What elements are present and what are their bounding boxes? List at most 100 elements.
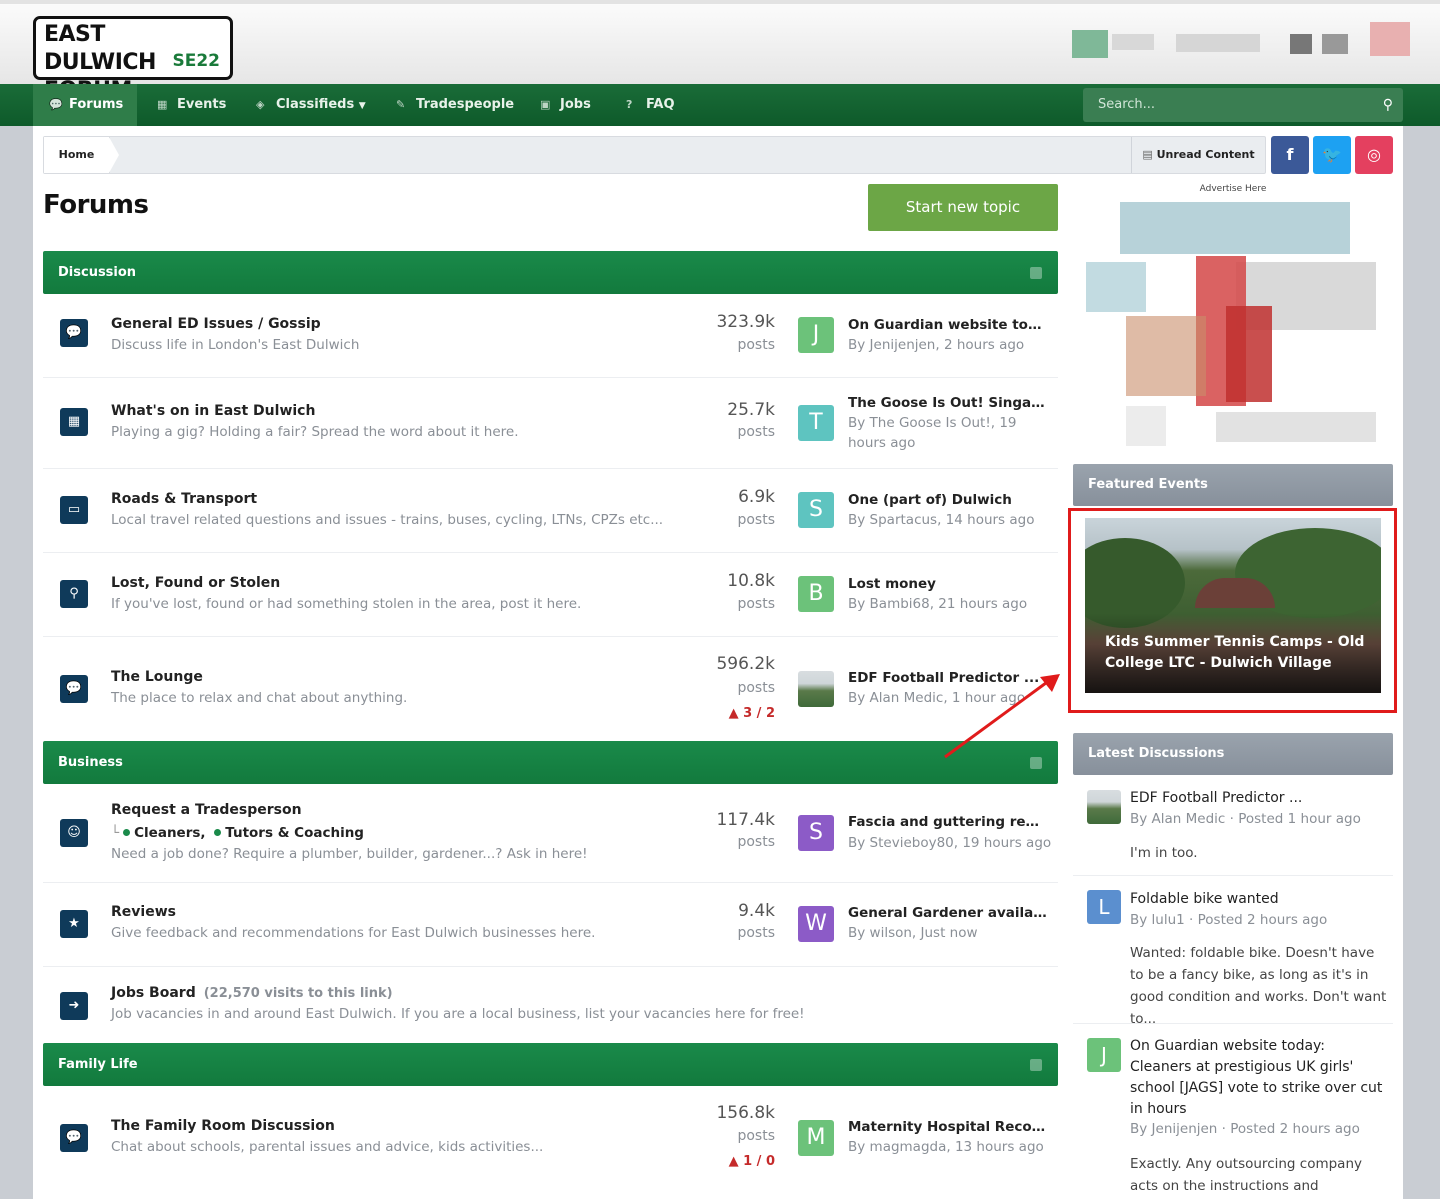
forum-title[interactable]: Jobs Board (22,570 visits to this link) <box>111 985 393 1001</box>
avatar[interactable]: J <box>1087 1038 1121 1072</box>
question-icon: ? <box>626 98 633 111</box>
calendar-icon: ▦ <box>60 408 88 436</box>
discussion-item[interactable]: J On Guardian website today: Cleaners at… <box>1073 1024 1393 1199</box>
avatar[interactable] <box>1087 790 1121 824</box>
site-logo[interactable]: EAST DULWICH FORUM SE22 <box>33 16 233 103</box>
warning-icon: ▲ <box>728 1154 739 1169</box>
category-business[interactable]: Business <box>43 741 1058 784</box>
avatar[interactable]: J <box>798 317 834 353</box>
post-count-label: posts <box>737 834 775 850</box>
forum-title-text[interactable]: Jobs Board <box>111 985 196 1001</box>
forum-row[interactable]: ➜ Jobs Board (22,570 visits to this link)… <box>43 967 1058 1043</box>
forum-title[interactable]: General ED Issues / Gossip <box>111 316 321 332</box>
category-title: Business <box>58 755 123 770</box>
unread-dot <box>123 829 131 836</box>
forum-row[interactable]: ▭ Roads & Transport Local travel related… <box>43 469 1058 553</box>
forum-title[interactable]: The Family Room Discussion <box>111 1118 335 1134</box>
event-title[interactable]: Kids Summer Tennis Camps - Old College L… <box>1105 632 1365 674</box>
discussion-item[interactable]: L Foldable bike wanted By lulu1 · Posted… <box>1073 876 1393 1027</box>
forum-title[interactable]: What's on in East Dulwich <box>111 403 315 419</box>
instagram-icon[interactable]: ◎ <box>1355 136 1393 174</box>
twitter-icon[interactable]: 🐦 <box>1313 136 1351 174</box>
search-icon[interactable]: ⚲ <box>1383 88 1393 122</box>
nav-label: Forums <box>69 97 124 112</box>
category-title: Family Life <box>58 1057 138 1072</box>
subforum-link[interactable]: Cleaners, <box>134 825 205 841</box>
report-count[interactable]: ▲ 3 / 2 <box>729 706 775 721</box>
last-post-title[interactable]: The Goose Is Out! Singaro... <box>848 395 1048 411</box>
nav-jobs[interactable]: ▣ Jobs <box>524 84 605 126</box>
forum-title[interactable]: Request a Tradesperson <box>111 802 302 818</box>
last-post-title[interactable]: On Guardian website toda... <box>848 317 1048 333</box>
facebook-icon[interactable]: f <box>1271 136 1309 174</box>
featured-event-card[interactable]: Kids Summer Tennis Camps - Old College L… <box>1085 518 1381 693</box>
avatar[interactable]: M <box>798 1120 834 1156</box>
featured-events-header: Featured Events <box>1073 464 1393 506</box>
last-post-meta: By Jenijenjen, 2 hours ago <box>848 337 1025 353</box>
start-new-topic-button[interactable]: Start new topic <box>868 184 1058 231</box>
subforum-list: └ Cleaners, Tutors & Coaching <box>111 825 364 841</box>
last-post-title[interactable]: Lost money <box>848 576 1048 592</box>
forum-row[interactable]: ▦ What's on in East Dulwich Playing a gi… <box>43 378 1058 469</box>
avatar[interactable]: L <box>1087 890 1121 924</box>
nav-classifieds[interactable]: ◈ Classifieds ▼ <box>240 84 380 126</box>
user-icon: ☺ <box>60 819 88 847</box>
forum-row[interactable]: ⚲ Lost, Found or Stolen If you've lost, … <box>43 553 1058 637</box>
discussion-excerpt: Exactly. Any outsourcing company acts on… <box>1130 1156 1362 1194</box>
nav-events[interactable]: ▦ Events <box>141 84 240 126</box>
search-icon: ⚲ <box>60 580 88 608</box>
last-post-title[interactable]: General Gardener available <box>848 905 1048 921</box>
avatar[interactable]: S <box>798 492 834 528</box>
user-menu-blurred[interactable] <box>1072 22 1412 66</box>
nav-label: FAQ <box>646 97 675 112</box>
forum-title[interactable]: The Lounge <box>111 669 203 685</box>
forum-row[interactable]: ★ Reviews Give feedback and recommendati… <box>43 883 1058 967</box>
forum-title[interactable]: Lost, Found or Stolen <box>111 575 280 591</box>
post-count-label: posts <box>737 680 775 696</box>
avatar[interactable]: T <box>798 405 834 441</box>
discussion-item[interactable]: EDF Football Predictor ... By Alan Medic… <box>1073 776 1393 876</box>
search-input[interactable]: Search... ⚲ <box>1083 88 1403 122</box>
category-family-life[interactable]: Family Life <box>43 1043 1058 1086</box>
forum-row[interactable]: ☺ Request a Tradesperson └ Cleaners, Tuto… <box>43 784 1058 883</box>
last-post-meta: By Stevieboy80, 19 hours ago <box>848 835 1052 851</box>
category-title: Discussion <box>58 265 137 280</box>
collapse-toggle-icon[interactable] <box>1030 1059 1042 1071</box>
nav-faq[interactable]: ? FAQ <box>610 84 689 126</box>
breadcrumb-home[interactable]: Home <box>44 137 119 173</box>
avatar[interactable]: S <box>798 815 834 851</box>
report-count-text: 1 / 0 <box>743 1154 775 1169</box>
last-post-title[interactable]: One (part of) Dulwich <box>848 492 1048 508</box>
collapse-toggle-icon[interactable] <box>1030 267 1042 279</box>
advertisement-image[interactable] <box>1086 196 1386 456</box>
forum-description: Need a job done? Require a plumber, buil… <box>111 846 588 862</box>
last-post-title[interactable]: Maternity Hospital Recom... <box>848 1119 1048 1135</box>
forum-row[interactable]: 💬 The Lounge The place to relax and chat… <box>43 637 1058 741</box>
nav-label: Tradespeople <box>416 97 515 112</box>
discussion-excerpt: I'm in too. <box>1130 845 1198 861</box>
discussion-title[interactable]: EDF Football Predictor ... <box>1130 788 1388 809</box>
discussion-title[interactable]: Foldable bike wanted <box>1130 889 1388 910</box>
avatar[interactable]: W <box>798 906 834 942</box>
logo-badge: SE22 <box>172 51 220 71</box>
nav-tradespeople[interactable]: ✎ Tradespeople <box>380 84 528 126</box>
post-count: 25.7k <box>727 400 775 420</box>
nav-forums[interactable]: 💬 Forums <box>33 84 138 126</box>
comments-icon: 💬 <box>60 319 88 347</box>
unread-content-link[interactable]: ▤ Unread Content <box>1131 137 1265 173</box>
category-discussion[interactable]: Discussion <box>43 251 1058 294</box>
forum-row[interactable]: 💬 The Family Room Discussion Chat about … <box>43 1086 1058 1190</box>
last-post-meta: By The Goose Is Out!, 19 hours ago <box>848 415 1017 451</box>
discussion-title[interactable]: On Guardian website today: Cleaners at p… <box>1130 1036 1388 1120</box>
discussion-meta: By Jenijenjen · Posted 2 hours ago <box>1130 1121 1360 1137</box>
forum-title[interactable]: Roads & Transport <box>111 491 257 507</box>
subforum-link[interactable]: Tutors & Coaching <box>225 825 364 841</box>
forum-title[interactable]: Reviews <box>111 904 176 920</box>
report-count[interactable]: ▲ 1 / 0 <box>729 1154 775 1169</box>
forum-row[interactable]: 💬 General ED Issues / Gossip Discuss lif… <box>43 294 1058 378</box>
last-post-title[interactable]: Fascia and guttering repai... <box>848 814 1048 830</box>
advertise-label[interactable]: Advertise Here <box>1073 184 1393 194</box>
post-count-label: posts <box>737 512 775 528</box>
avatar[interactable] <box>798 671 834 707</box>
avatar[interactable]: B <box>798 576 834 612</box>
